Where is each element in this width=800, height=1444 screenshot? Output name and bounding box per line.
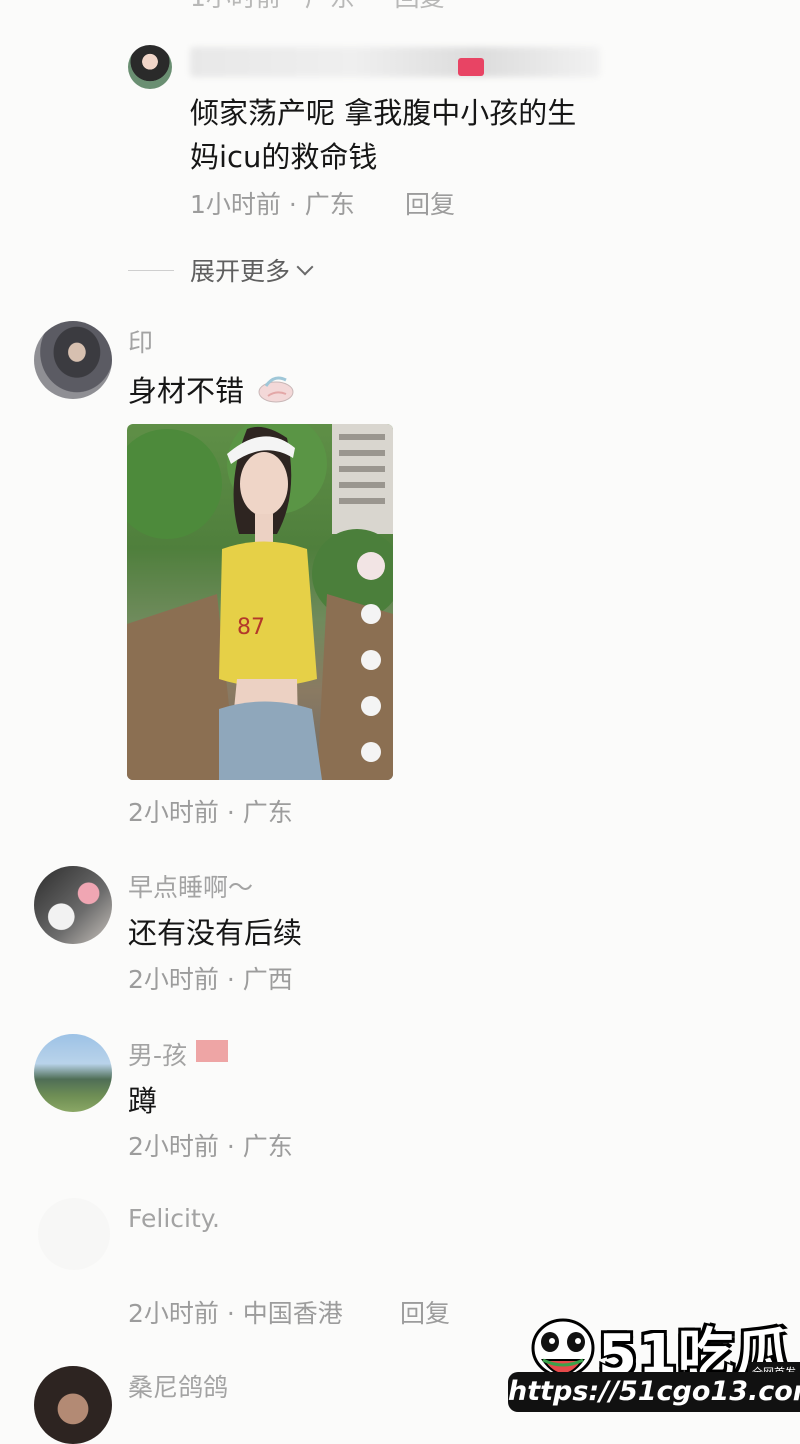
comment-avatar[interactable] [34,1034,112,1112]
comment-time: 2小时前 [128,1132,219,1161]
comment-text: 还有没有后续 [128,916,303,950]
author-flag-icon [196,1040,228,1062]
comment-image-content: 87 [127,424,393,780]
reply-avatar[interactable] [128,45,172,89]
comment-author[interactable]: 桑尼鸽鸽 [128,1368,228,1404]
comment-time: 2小时前 [128,1299,219,1328]
comment-location: 广东 [242,798,293,827]
comment-author[interactable]: 男-孩 [128,1036,187,1072]
reply-text-line1: 倾家荡产呢 拿我腹中小孩的生 [190,96,577,130]
reply-time: 1小时前 [190,190,281,219]
comment-author[interactable]: 印 [128,323,153,359]
comment-time: 2小时前 [128,965,219,994]
comment-avatar[interactable] [34,866,112,944]
comment-meta: 2小时前 · 中国香港 [128,1299,343,1328]
comment-location: 广西 [242,965,293,994]
chevron-down-icon [296,258,314,276]
comment-time: 2小时前 [128,798,219,827]
reply-author-blurred [190,47,600,77]
previous-reply-button[interactable]: 回复 [395,0,445,12]
expand-divider [128,269,174,271]
peach-emoji-icon [258,376,294,403]
site-watermark: 51吃瓜 全网首发 https://51cgo13.com [508,1308,800,1414]
reply-author-badge [458,58,484,76]
reply-button[interactable]: 回复 [405,185,455,221]
comment-location: 广东 [242,1132,293,1161]
comment-meta: 2小时前 · 广东 [128,1132,293,1161]
comment-location: 中国香港 [242,1299,343,1328]
comment-meta: 2小时前 · 广东 [128,798,293,827]
comment-text: 蹲 [128,1084,158,1118]
expand-more-row[interactable]: 展开更多 [128,252,314,288]
svg-text:87: 87 [237,615,265,640]
expand-more-label[interactable]: 展开更多 [190,252,290,288]
previous-reply-location: 广东 [305,0,355,12]
reply-button[interactable]: 回复 [400,1294,450,1330]
comment-text: 身材不错 [128,374,245,408]
comment-meta: 2小时前 · 广西 [128,965,293,994]
reply-meta: 1小时前 · 广东 [190,190,355,219]
watermark-url: https://51cgo13.com [508,1372,800,1412]
previous-reply-time: 1小时前 [190,0,281,12]
comment-author[interactable]: 早点睡啊～ [128,868,253,904]
comment-image[interactable]: 87 [127,424,393,780]
comment-avatar[interactable] [38,1198,110,1270]
reply-location: 广东 [304,190,355,219]
comment-avatar[interactable] [34,321,112,399]
comment-author[interactable]: Felicity. [128,1204,220,1233]
comment-avatar[interactable] [34,1366,112,1444]
previous-reply-meta: 1小时前 · 广东 回复 [190,0,445,14]
reply-text-line2: 妈icu的救命钱 [190,140,378,174]
